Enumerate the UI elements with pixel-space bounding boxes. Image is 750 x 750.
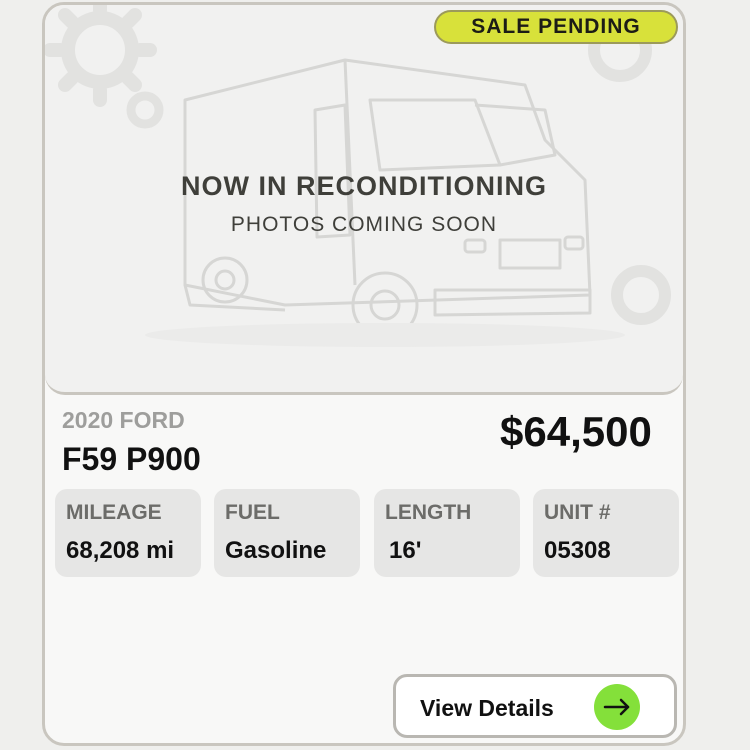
status-badge: SALE PENDING <box>434 10 678 44</box>
spec-length: LENGTH 16' <box>374 489 520 577</box>
spec-label: UNIT # <box>544 501 611 524</box>
vehicle-model: F59 P900 <box>62 441 201 477</box>
spec-fuel: FUEL Gasoline <box>214 489 360 577</box>
arrow-right-icon <box>594 684 640 730</box>
spec-mileage: MILEAGE 68,208 mi <box>55 489 201 577</box>
view-details-button[interactable]: View Details <box>393 674 677 738</box>
vehicle-year-make: 2020 FORD <box>62 407 185 433</box>
spec-label: LENGTH <box>385 501 472 524</box>
spec-label: FUEL <box>225 501 280 524</box>
spec-value: 05308 <box>544 537 611 564</box>
view-details-label: View Details <box>420 695 554 721</box>
spec-value: 68,208 mi <box>66 537 175 564</box>
spec-value: Gasoline <box>225 537 327 564</box>
spec-unit-number: UNIT # 05308 <box>533 489 679 577</box>
vehicle-price: $64,500 <box>500 408 652 455</box>
photo-placeholder: NOW IN RECONDITIONING PHOTOS COMING SOON <box>45 5 683 395</box>
spec-value: 16' <box>389 537 422 564</box>
spec-label: MILEAGE <box>66 501 162 524</box>
photo-status-title: NOW IN RECONDITIONING <box>181 171 547 201</box>
photo-status-subtitle: PHOTOS COMING SOON <box>230 213 498 236</box>
vehicle-listing-card: NOW IN RECONDITIONING PHOTOS COMING SOON <box>42 2 686 746</box>
